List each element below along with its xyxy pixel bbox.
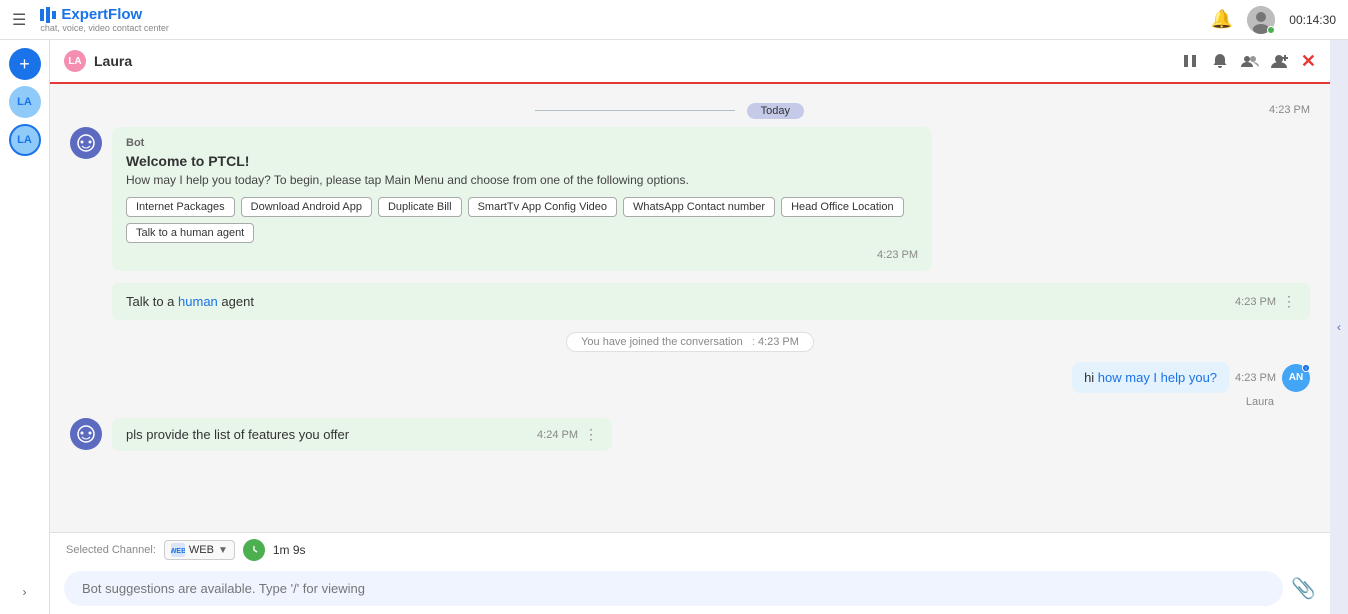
chat-header-actions: ✕ (1181, 51, 1316, 72)
user-name-label: Laura (1246, 396, 1310, 408)
sidebar-avatar-2[interactable]: LA (9, 124, 41, 156)
message-input[interactable] (64, 571, 1283, 606)
add-user-button[interactable] (1271, 52, 1289, 70)
topnav-right: 🔔 00:14:30 (1211, 6, 1336, 34)
main-layout: + LA LA › LA Laura (0, 40, 1348, 614)
bot2-text: pls provide the list of features you off… (126, 427, 349, 442)
input-row: 📎 (50, 565, 1330, 614)
welcome-title: Welcome to PTCL! (126, 153, 918, 169)
talk-agent-text: Talk to a human agent (126, 294, 254, 309)
chip-internet-packages[interactable]: Internet Packages (126, 197, 235, 217)
logo-main: ExpertFlow (40, 6, 169, 23)
channel-dropdown-icon: ▼ (218, 545, 228, 556)
channel-name: WEB (189, 544, 214, 556)
bot-label: Bot (126, 137, 918, 149)
chat-header: LA Laura ✕ (50, 40, 1330, 84)
welcome-text: How may I help you today? To begin, plea… (126, 173, 918, 187)
channel-select[interactable]: WEB WEB ▼ (164, 540, 235, 560)
hamburger-icon[interactable]: ☰ (12, 10, 26, 30)
talk-agent-time-row: 4:23 PM ⋮ (1235, 293, 1296, 310)
channel-timer: 1m 9s (273, 543, 306, 557)
system-message: You have joined the conversation : 4:23 … (70, 332, 1310, 352)
user-avatar-sm: AN i (1282, 364, 1310, 392)
channel-bar: Selected Channel: WEB WEB ▼ 1m 9s (50, 533, 1330, 565)
chat-wrapper: LA Laura ✕ (50, 40, 1330, 614)
chevron-left-icon: ‹ (1337, 320, 1341, 334)
chat-messages[interactable]: Today 4:23 PM Bot Welcome to PTCL! How m… (50, 84, 1330, 532)
pause-button[interactable] (1181, 52, 1199, 70)
timer-badge (243, 539, 265, 561)
sidebar-avatar-1[interactable]: LA (9, 86, 41, 118)
talk-agent-message: Talk to a human agent 4:23 PM ⋮ (112, 283, 1310, 320)
user-bubble: hi how may I help you? (1072, 362, 1229, 393)
chip-smarttv[interactable]: SmartTv App Config Video (468, 197, 617, 217)
date-label: Today (747, 103, 804, 119)
svg-text:i: i (1305, 366, 1306, 370)
notification-bell-icon[interactable]: 🔔 (1211, 9, 1233, 30)
bot2-more-icon[interactable]: ⋮ (584, 426, 598, 443)
new-chat-button[interactable]: + (9, 48, 41, 80)
date-timestamp: 4:23 PM (1269, 104, 1310, 116)
bot-chips: Internet Packages Download Android App D… (126, 197, 918, 243)
contact-name: Laura (94, 53, 132, 69)
channel-label: Selected Channel: (66, 544, 156, 556)
attach-icon[interactable]: 📎 (1291, 576, 1316, 601)
bot-avatar-icon (70, 127, 102, 159)
bot-welcome-message: Bot Welcome to PTCL! How may I help you … (70, 127, 1310, 271)
bot2-avatar-icon (70, 418, 102, 450)
bot-second-message: pls provide the list of features you off… (70, 418, 1310, 451)
user-msg-time: 4:23 PM (1235, 372, 1276, 384)
bot2-bubble: pls provide the list of features you off… (112, 418, 612, 451)
sidebar-expand-icon[interactable]: › (13, 580, 37, 604)
bot2-time-row: 4:24 PM ⋮ (537, 426, 598, 443)
chat-bottom: Selected Channel: WEB WEB ▼ 1m 9s 📎 (50, 532, 1330, 614)
user-message-text: hi how may I help you? (1084, 370, 1217, 385)
session-timer: 00:14:30 (1289, 13, 1336, 27)
chip-whatsapp[interactable]: WhatsApp Contact number (623, 197, 775, 217)
chip-human-agent[interactable]: Talk to a human agent (126, 223, 254, 243)
right-panel-toggle[interactable]: ‹ (1330, 40, 1348, 614)
logo-subtitle: chat, voice, video contact center (40, 23, 169, 33)
svg-text:WEB: WEB (171, 548, 185, 555)
user-message-row: hi how may I help you? 4:23 PM AN i (70, 362, 1310, 408)
notification-button[interactable] (1211, 52, 1229, 70)
sidebar-bottom: › (13, 580, 37, 604)
user-avatar[interactable] (1247, 6, 1275, 34)
close-chat-button[interactable]: ✕ (1301, 51, 1316, 72)
user-status-dot: i (1302, 364, 1310, 372)
more-options-icon[interactable]: ⋮ (1282, 293, 1296, 310)
system-bubble: You have joined the conversation : 4:23 … (566, 332, 814, 352)
chip-duplicate-bill[interactable]: Duplicate Bill (378, 197, 462, 217)
date-divider: Today 4:23 PM (70, 102, 1310, 119)
contact-badge: LA (64, 50, 86, 72)
chip-download-android[interactable]: Download Android App (241, 197, 372, 217)
bot-bubble: Bot Welcome to PTCL! How may I help you … (112, 127, 932, 271)
team-button[interactable] (1241, 52, 1259, 70)
bot-msg-time: 4:23 PM (126, 249, 918, 261)
top-nav: ☰ ExpertFlow chat, voice, video contact … (0, 0, 1348, 40)
left-sidebar: + LA LA › (0, 40, 50, 614)
logo: ExpertFlow chat, voice, video contact ce… (40, 6, 169, 33)
plus-icon: + (19, 54, 30, 75)
online-status-dot (1267, 26, 1275, 34)
chip-head-office[interactable]: Head Office Location (781, 197, 904, 217)
